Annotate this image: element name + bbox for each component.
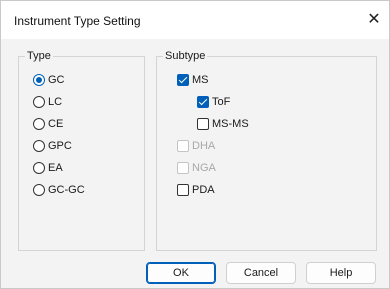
checkbox-ms-label: MS (192, 74, 209, 86)
radio-gpc-label: GPC (48, 140, 72, 152)
checkbox-ms-ms[interactable]: MS-MS (197, 116, 249, 132)
dialog-title: Instrument Type Setting (14, 14, 141, 28)
checkbox-nga-box (177, 162, 189, 174)
radio-ce[interactable]: CE (33, 116, 63, 132)
checkbox-dha-box (177, 140, 189, 152)
checkbox-ms[interactable]: MS (177, 72, 209, 88)
checkbox-dha: DHA (177, 138, 215, 154)
checkbox-tof[interactable]: ToF (197, 94, 230, 110)
radio-gc-indicator[interactable] (33, 74, 45, 86)
close-icon[interactable]: ✕ (359, 7, 389, 33)
checkbox-pda[interactable]: PDA (177, 182, 215, 198)
radio-ce-indicator[interactable] (33, 118, 45, 130)
checkbox-pda-label: PDA (192, 184, 215, 196)
radio-gc[interactable]: GC (33, 72, 65, 88)
radio-gc-gc[interactable]: GC-GC (33, 182, 85, 198)
subtype-group: Subtype MS ToF MS-MS DHA NGA PDA (156, 50, 377, 251)
radio-lc-label: LC (48, 96, 63, 108)
checkbox-ms-box[interactable] (177, 74, 189, 86)
radio-ce-label: CE (48, 118, 64, 130)
radio-gc-gc-label: GC-GC (48, 184, 85, 196)
cancel-button[interactable]: Cancel (226, 262, 296, 284)
radio-ea[interactable]: EA (33, 160, 63, 176)
checkbox-tof-label: ToF (212, 96, 231, 108)
radio-gpc[interactable]: GPC (33, 138, 72, 154)
type-group: Type GC LC CE GPC EA GC-GC (18, 50, 145, 251)
radio-gc-gc-indicator[interactable] (33, 184, 45, 196)
type-group-label: Type (25, 50, 53, 63)
checkbox-ms-ms-box[interactable] (197, 118, 209, 130)
radio-gc-label: GC (48, 74, 65, 86)
help-button[interactable]: Help (306, 262, 376, 284)
checkbox-ms-ms-label: MS-MS (212, 118, 249, 130)
ok-button[interactable]: OK (146, 262, 216, 284)
title-bar: Instrument Type Setting ✕ (1, 1, 389, 39)
radio-ea-label: EA (48, 162, 63, 174)
checkbox-nga-label: NGA (192, 162, 216, 174)
checkbox-pda-box[interactable] (177, 184, 189, 196)
checkbox-tof-box[interactable] (197, 96, 209, 108)
subtype-group-label: Subtype (163, 50, 208, 63)
checkbox-nga: NGA (177, 160, 216, 176)
radio-ea-indicator[interactable] (33, 162, 45, 174)
instrument-type-dialog: Instrument Type Setting ✕ Type GC LC CE … (0, 0, 390, 289)
radio-gpc-indicator[interactable] (33, 140, 45, 152)
radio-lc[interactable]: LC (33, 94, 62, 110)
checkbox-dha-label: DHA (192, 140, 216, 152)
radio-lc-indicator[interactable] (33, 96, 45, 108)
